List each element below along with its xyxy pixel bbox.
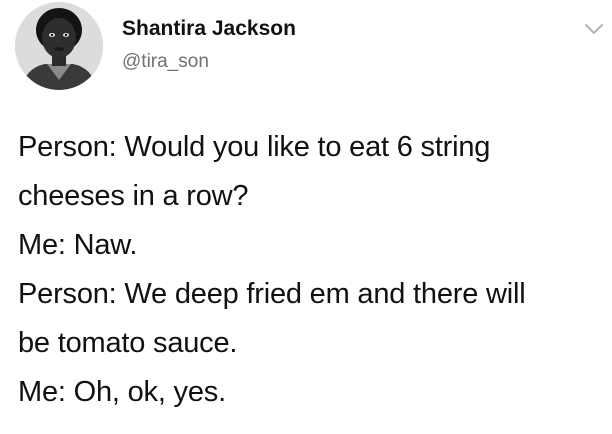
author-display-name[interactable]: Shantira Jackson: [122, 17, 296, 41]
tweet-line: Person: Would you like to eat 6 string: [18, 131, 491, 163]
tweet-line: be tomato sauce.: [18, 327, 238, 359]
tweet-menu-button[interactable]: [583, 22, 605, 36]
chevron-down-icon: [585, 24, 603, 34]
tweet-text: Person: Would you like to eat 6 string c…: [18, 123, 608, 417]
tweet-card: Shantira Jackson @tira_son Person: Would…: [0, 0, 612, 434]
author-handle[interactable]: @tira_son: [122, 51, 209, 73]
tweet-line: Me: Oh, ok, yes.: [18, 376, 226, 408]
tweet-line: Me: Naw.: [18, 229, 138, 261]
tweet-line: cheeses in a row?: [18, 180, 249, 212]
tweet-line: Person: We deep fried em and there will: [18, 278, 526, 310]
profile-photo-icon: [15, 2, 103, 90]
avatar[interactable]: [15, 2, 103, 90]
